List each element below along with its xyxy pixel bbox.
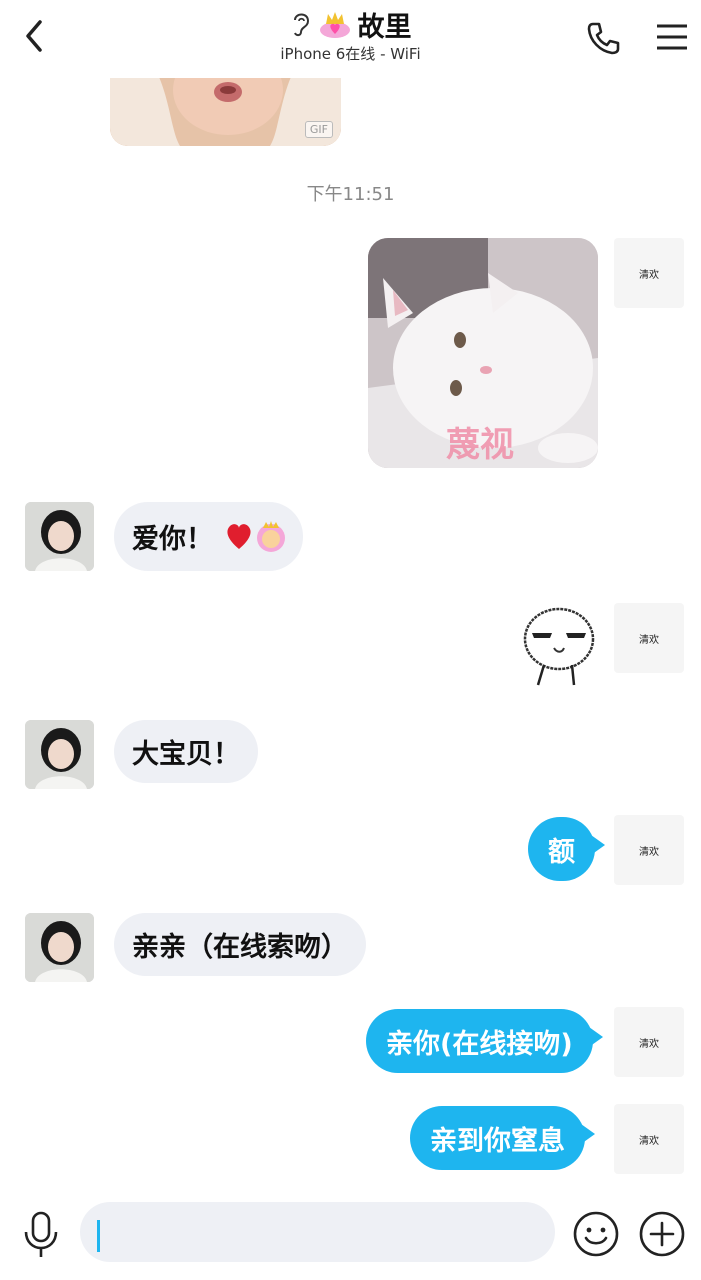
message-text: 亲亲（在线索吻） bbox=[132, 932, 348, 963]
my-avatar[interactable]: 清欢 bbox=[614, 815, 684, 885]
princess-emoji-icon bbox=[257, 520, 285, 552]
my-avatar-text: 清欢 bbox=[639, 634, 659, 646]
ear-icon bbox=[293, 13, 309, 37]
bubble-tail bbox=[591, 835, 605, 855]
contact-avatar-photo bbox=[25, 913, 94, 982]
contact-avatar[interactable] bbox=[25, 502, 94, 571]
bubble-tail bbox=[581, 1124, 595, 1144]
phone-icon[interactable] bbox=[585, 20, 621, 56]
crown-heart-icon bbox=[319, 12, 350, 38]
message-text: 额 bbox=[548, 836, 575, 868]
message-input[interactable] bbox=[80, 1202, 555, 1262]
message-bubble[interactable]: 额 bbox=[528, 817, 605, 881]
message-bubble[interactable]: 大宝贝！ bbox=[114, 720, 258, 783]
my-avatar-text: 清欢 bbox=[639, 846, 659, 858]
my-avatar-text: 清欢 bbox=[639, 1135, 659, 1147]
text-caret bbox=[97, 1220, 100, 1252]
input-bar bbox=[0, 1190, 701, 1280]
microphone-icon[interactable] bbox=[22, 1210, 60, 1260]
contact-avatar-photo bbox=[25, 720, 94, 789]
contact-avatar[interactable] bbox=[25, 720, 94, 789]
timestamp: 下午11:51 bbox=[306, 184, 395, 205]
menu-icon[interactable] bbox=[655, 22, 689, 52]
message-bubble[interactable]: 爱你！ bbox=[114, 502, 303, 571]
my-avatar-text: 清欢 bbox=[639, 269, 659, 281]
gif-badge: GIF bbox=[304, 121, 333, 138]
message-text: 爱你！ bbox=[132, 524, 213, 555]
plus-icon[interactable] bbox=[638, 1210, 686, 1258]
message-bubble[interactable]: 亲你(在线接吻) bbox=[366, 1009, 603, 1073]
cat-image-message[interactable]: 蔑视 bbox=[368, 238, 598, 468]
message-bubble[interactable]: 亲到你窒息 bbox=[410, 1106, 595, 1170]
my-avatar[interactable]: 清欢 bbox=[614, 603, 684, 673]
cat-image-caption: 蔑视 bbox=[446, 425, 514, 465]
heart-emoji-icon bbox=[227, 520, 285, 552]
message-text: 亲到你窒息 bbox=[430, 1125, 565, 1157]
my-avatar-text: 清欢 bbox=[639, 1038, 659, 1050]
smile-icon[interactable] bbox=[572, 1210, 620, 1258]
meme-sticker[interactable] bbox=[514, 603, 600, 687]
my-avatar[interactable]: 清欢 bbox=[614, 1007, 684, 1077]
chat-header: 故里 iPhone 6在线 - WiFi bbox=[0, 0, 701, 78]
cat-image: 蔑视 bbox=[368, 238, 598, 468]
message-text: 大宝贝！ bbox=[132, 739, 240, 770]
my-avatar[interactable]: 清欢 bbox=[614, 1104, 684, 1174]
message-text: 亲你(在线接吻) bbox=[386, 1028, 573, 1060]
chat-title: 故里 bbox=[357, 11, 412, 43]
message-bubble[interactable]: 亲亲（在线索吻） bbox=[114, 913, 366, 976]
contact-avatar-photo bbox=[25, 502, 94, 571]
contact-avatar[interactable] bbox=[25, 913, 94, 982]
my-avatar[interactable]: 清欢 bbox=[614, 238, 684, 308]
bubble-tail bbox=[588, 1027, 603, 1047]
